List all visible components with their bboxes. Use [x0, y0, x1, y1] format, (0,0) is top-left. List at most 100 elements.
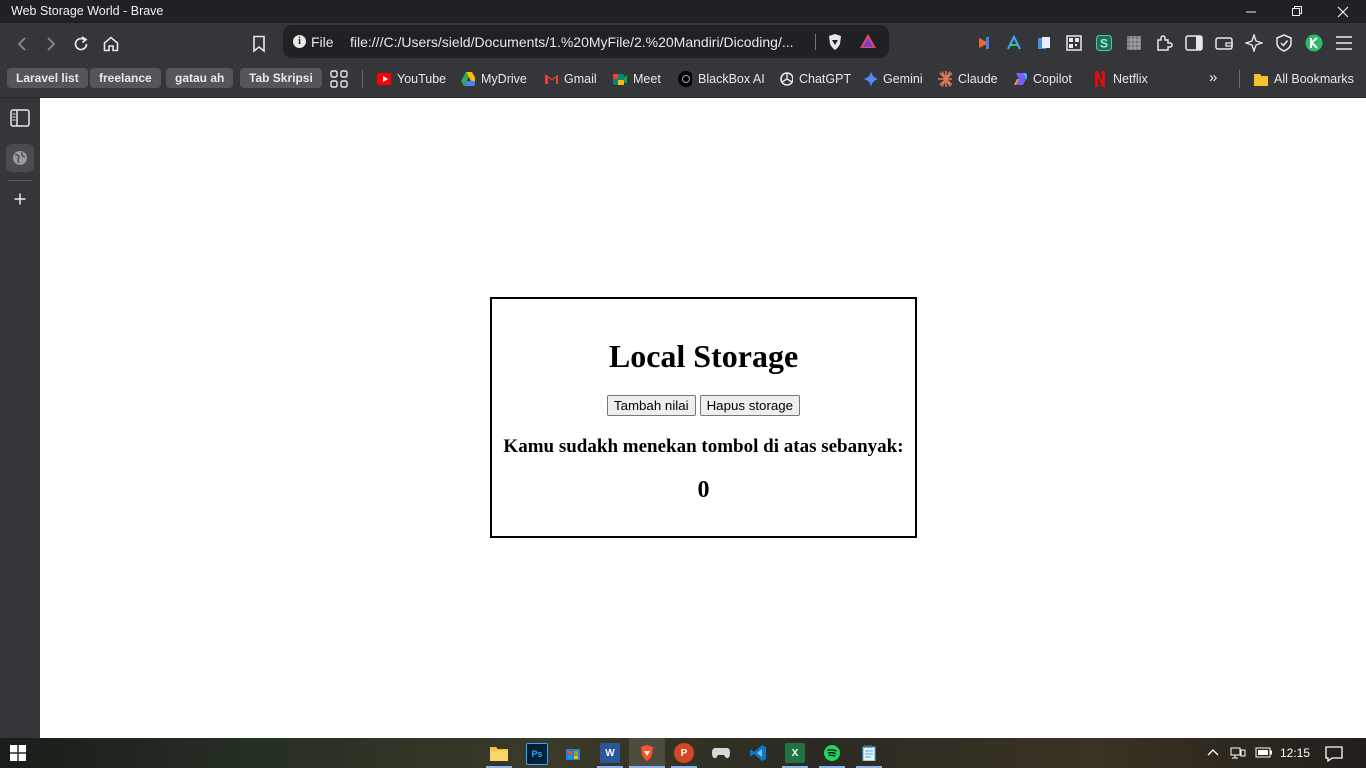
- plus-icon: [14, 193, 26, 205]
- globe-icon: [13, 151, 27, 165]
- extensions-puzzle-icon[interactable]: [1154, 33, 1174, 53]
- bookmark-folder[interactable]: Laravel list: [7, 68, 88, 88]
- wallet-icon[interactable]: [1214, 33, 1234, 53]
- chatgpt-icon: [779, 72, 793, 86]
- bookmark-folder[interactable]: freelance: [90, 68, 161, 88]
- restore-button[interactable]: [1274, 0, 1320, 23]
- word-icon[interactable]: W: [600, 743, 620, 763]
- home-button[interactable]: [98, 31, 124, 57]
- page-heading: Local Storage: [608, 338, 799, 374]
- notification-center-icon[interactable]: [1325, 746, 1343, 765]
- spotify-icon[interactable]: [822, 743, 842, 763]
- tray-overflow-icon[interactable]: [1207, 746, 1219, 760]
- bookmark-youtube[interactable]: YouTube: [377, 70, 446, 88]
- bookmark-folder[interactable]: Tab Skripsi: [240, 68, 322, 88]
- add-value-button[interactable]: Tambah nilai: [606, 395, 696, 416]
- copilot-icon: [1013, 72, 1027, 86]
- bookmark-icon: [253, 35, 265, 53]
- window-title: Web Storage World - Brave: [11, 4, 164, 18]
- button-row: Tambah nilai Hapus storage: [492, 395, 915, 416]
- bookmark-gmail[interactable]: Gmail: [544, 70, 597, 88]
- vscode-icon[interactable]: [748, 743, 768, 763]
- close-window-button[interactable]: [1320, 0, 1366, 23]
- url-divider: [815, 34, 816, 50]
- page-viewport: Local Storage Tambah nilai Hapus storage…: [40, 98, 1366, 738]
- url-scheme-label: File: [311, 34, 334, 50]
- back-arrow-icon: [17, 37, 26, 51]
- bookmark-claude[interactable]: Claude: [938, 70, 998, 88]
- close-icon: [1337, 6, 1349, 17]
- bookmark-folder[interactable]: gatau ah: [166, 68, 234, 88]
- sidebar-toggle-icon[interactable]: [1184, 33, 1204, 53]
- svg-text:S: S: [1100, 37, 1108, 51]
- clock-time[interactable]: 12:15: [1280, 746, 1310, 760]
- restore-icon: [1291, 6, 1302, 16]
- more-bookmarks-icon[interactable]: »: [1209, 69, 1217, 86]
- forward-button[interactable]: [38, 31, 64, 57]
- powerpoint-icon[interactable]: P: [674, 743, 694, 763]
- bookmarks-divider: [1239, 70, 1240, 88]
- netflix-icon: [1093, 71, 1107, 87]
- vpn-shield-icon[interactable]: [1274, 33, 1294, 53]
- battery-icon[interactable]: [1255, 747, 1273, 761]
- photoshop-icon[interactable]: Ps: [526, 743, 548, 765]
- window-titlebar: Web Storage World - Brave: [0, 0, 1366, 23]
- sidebar-tab-button[interactable]: [6, 144, 34, 172]
- profile-avatar[interactable]: [1304, 33, 1324, 53]
- bookmark-chatgpt[interactable]: ChatGPT: [779, 70, 851, 88]
- reload-button[interactable]: [68, 31, 94, 57]
- bookmark-page-button[interactable]: [246, 31, 272, 57]
- gmail-icon: [544, 72, 558, 86]
- brave-shields-icon[interactable]: [827, 33, 843, 56]
- game-app-icon[interactable]: [711, 743, 731, 763]
- extension-s-icon[interactable]: S: [1094, 33, 1114, 53]
- bookmark-blackbox-ai[interactable]: BlackBox AI: [678, 70, 765, 88]
- extension-tasks-icon[interactable]: [974, 33, 994, 53]
- store-icon[interactable]: [563, 743, 583, 763]
- click-count-value: 0: [697, 477, 710, 503]
- bookmark-mydrive[interactable]: MyDrive: [461, 70, 527, 88]
- all-bookmarks-folder[interactable]: All Bookmarks: [1254, 70, 1354, 88]
- bookmarks-divider: [362, 70, 363, 88]
- forward-arrow-icon: [47, 37, 56, 51]
- minimize-button[interactable]: [1228, 0, 1274, 23]
- bookmark-netflix[interactable]: Netflix: [1093, 70, 1148, 88]
- home-icon: [103, 36, 119, 52]
- clear-storage-button[interactable]: Hapus storage: [699, 395, 801, 416]
- file-explorer-icon[interactable]: [489, 743, 509, 763]
- menu-button[interactable]: [1334, 33, 1354, 53]
- sidebar-panel-icon: [10, 109, 30, 127]
- url-text[interactable]: file:///C:/Users/sield/Documents/1.%20My…: [350, 34, 794, 50]
- meet-icon: [613, 72, 627, 86]
- folder-icon: [1254, 72, 1268, 86]
- brave-browser-icon[interactable]: [637, 743, 657, 763]
- leo-ai-icon[interactable]: [1244, 33, 1264, 53]
- click-count-message: Kamu sudakh menekan tombol di atas seban…: [503, 436, 904, 457]
- sidebar-add-button[interactable]: [6, 185, 34, 213]
- apps-grid-icon[interactable]: [330, 70, 348, 93]
- network-icon[interactable]: [1230, 747, 1246, 762]
- bookmark-gemini[interactable]: Gemini: [863, 70, 923, 88]
- claude-icon: [938, 71, 952, 87]
- address-bar[interactable]: i File file:///C:/Users/sield/Documents/…: [283, 25, 889, 58]
- extension-qr-icon[interactable]: [1064, 33, 1084, 53]
- site-info-icon[interactable]: i: [293, 35, 306, 48]
- bookmark-meet[interactable]: Meet: [613, 70, 661, 88]
- extension-grid-icon[interactable]: [1124, 33, 1144, 53]
- sidebar-panel-button[interactable]: [6, 104, 34, 132]
- extension-translate-icon[interactable]: [1004, 33, 1024, 53]
- back-button[interactable]: [9, 31, 35, 57]
- bookmarks-bar: Laravel list freelance gatau ah Tab Skri…: [0, 63, 1366, 98]
- windows-taskbar: Ps W P X 12:15: [0, 738, 1366, 768]
- blackbox-icon: [678, 71, 692, 87]
- extension-docs-icon[interactable]: [1034, 33, 1054, 53]
- windows-start-icon[interactable]: [8, 743, 28, 763]
- local-storage-card: Local Storage Tambah nilai Hapus storage…: [490, 297, 917, 538]
- reload-icon: [74, 36, 88, 51]
- brave-rewards-icon[interactable]: [859, 33, 877, 54]
- gemini-icon: [863, 71, 877, 87]
- bookmark-copilot[interactable]: Copilot: [1013, 70, 1072, 88]
- excel-icon[interactable]: X: [785, 743, 805, 763]
- browser-toolbar: i File file:///C:/Users/sield/Documents/…: [0, 23, 1366, 63]
- notepad-icon[interactable]: [859, 743, 879, 763]
